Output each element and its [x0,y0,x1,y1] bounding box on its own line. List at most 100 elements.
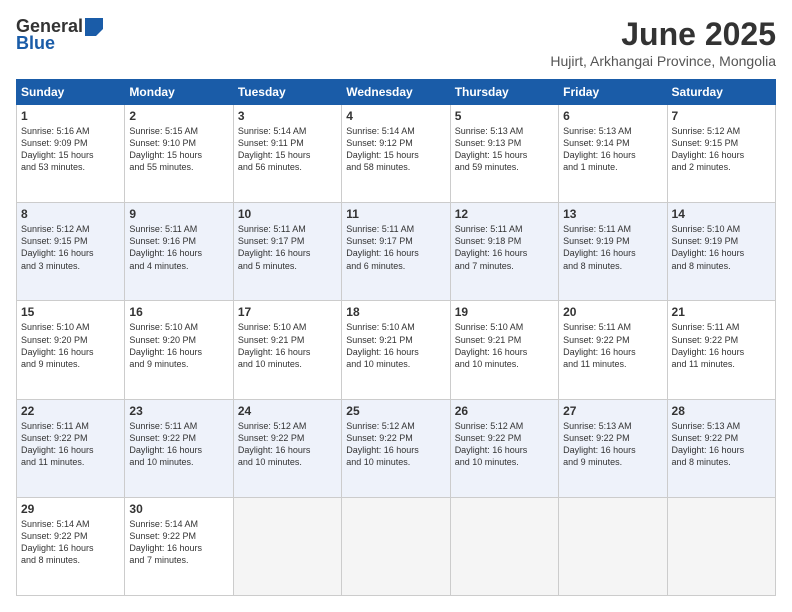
page: General Blue June 2025 Hujirt, Arkhangai… [0,0,792,612]
day-number: 15 [21,305,120,319]
day-number: 7 [672,109,771,123]
day-info: Sunrise: 5:13 AM Sunset: 9:22 PM Dayligh… [563,420,662,469]
table-cell: 8Sunrise: 5:12 AM Sunset: 9:15 PM Daylig… [17,203,125,301]
table-cell: 28 Sunrise: 5:13 AM Sunset: 9:22 PM Dayli… [667,399,775,497]
day-info: Sunrise: 5:13 AM Sunset: 9:14 PM Dayligh… [563,125,662,174]
day-number: 14 [672,207,771,221]
day-info: Sunrise: 5:11 AM Sunset: 9:17 PM Dayligh… [346,223,445,272]
col-sunday: Sunday [17,80,125,105]
day-info: Sunrise: 5:15 AM Sunset: 9:10 PM Dayligh… [129,125,228,174]
day-number: 1 [21,109,120,123]
table-cell [667,497,775,595]
table-cell: 3 Sunrise: 5:14 AM Sunset: 9:11 PM Daylig… [233,105,341,203]
day-number: 5 [455,109,554,123]
calendar-row: 15 Sunrise: 5:10 AM Sunset: 9:20 PM Dayli… [17,301,776,399]
day-info: Sunrise: 5:10 AM Sunset: 9:21 PM Dayligh… [455,321,554,370]
day-info: Sunrise: 5:11 AM Sunset: 9:22 PM Dayligh… [129,420,228,469]
day-number: 18 [346,305,445,319]
col-tuesday: Tuesday [233,80,341,105]
table-cell: 13 Sunrise: 5:11 AM Sunset: 9:19 PM Dayli… [559,203,667,301]
calendar-title: June 2025 [550,16,776,53]
table-cell: 18 Sunrise: 5:10 AM Sunset: 9:21 PM Dayli… [342,301,450,399]
table-cell: 4 Sunrise: 5:14 AM Sunset: 9:12 PM Daylig… [342,105,450,203]
day-info: Sunrise: 5:14 AM Sunset: 9:12 PM Dayligh… [346,125,445,174]
day-number: 2 [129,109,228,123]
day-number: 3 [238,109,337,123]
day-info: Sunrise: 5:14 AM Sunset: 9:22 PM Dayligh… [21,518,120,567]
table-cell: 5Sunrise: 5:13 AM Sunset: 9:13 PM Daylig… [450,105,558,203]
logo: General Blue [16,16,103,54]
table-cell: 9 Sunrise: 5:11 AM Sunset: 9:16 PM Daylig… [125,203,233,301]
day-info: Sunrise: 5:11 AM Sunset: 9:16 PM Dayligh… [129,223,228,272]
table-cell: 24Sunrise: 5:12 AM Sunset: 9:22 PM Dayli… [233,399,341,497]
day-info: Sunrise: 5:11 AM Sunset: 9:22 PM Dayligh… [21,420,120,469]
day-info: Sunrise: 5:14 AM Sunset: 9:22 PM Dayligh… [129,518,228,567]
col-thursday: Thursday [450,80,558,105]
day-info: Sunrise: 5:10 AM Sunset: 9:21 PM Dayligh… [346,321,445,370]
table-cell: 23 Sunrise: 5:11 AM Sunset: 9:22 PM Dayli… [125,399,233,497]
day-info: Sunrise: 5:12 AM Sunset: 9:22 PM Dayligh… [346,420,445,469]
col-wednesday: Wednesday [342,80,450,105]
header: General Blue June 2025 Hujirt, Arkhangai… [16,16,776,69]
table-cell: 29 Sunrise: 5:14 AM Sunset: 9:22 PM Dayli… [17,497,125,595]
calendar-subtitle: Hujirt, Arkhangai Province, Mongolia [550,53,776,69]
day-info: Sunrise: 5:13 AM Sunset: 9:22 PM Dayligh… [672,420,771,469]
table-cell: 1 Sunrise: 5:16 AM Sunset: 9:09 PM Daylig… [17,105,125,203]
day-number: 4 [346,109,445,123]
day-info: Sunrise: 5:12 AM Sunset: 9:15 PM Dayligh… [672,125,771,174]
col-saturday: Saturday [667,80,775,105]
table-cell: 20 Sunrise: 5:11 AM Sunset: 9:22 PM Dayli… [559,301,667,399]
day-info: Sunrise: 5:10 AM Sunset: 9:19 PM Dayligh… [672,223,771,272]
day-number: 6 [563,109,662,123]
day-info: Sunrise: 5:12 AM Sunset: 9:22 PM Dayligh… [238,420,337,469]
table-cell: 11 Sunrise: 5:11 AM Sunset: 9:17 PM Dayli… [342,203,450,301]
calendar-row: 29 Sunrise: 5:14 AM Sunset: 9:22 PM Dayli… [17,497,776,595]
day-number: 29 [21,502,120,516]
calendar-row: 1 Sunrise: 5:16 AM Sunset: 9:09 PM Daylig… [17,105,776,203]
day-number: 17 [238,305,337,319]
calendar-table: Sunday Monday Tuesday Wednesday Thursday… [16,79,776,596]
title-block: June 2025 Hujirt, Arkhangai Province, Mo… [550,16,776,69]
day-info: Sunrise: 5:11 AM Sunset: 9:18 PM Dayligh… [455,223,554,272]
table-cell: 19 Sunrise: 5:10 AM Sunset: 9:21 PM Dayli… [450,301,558,399]
logo-blue: Blue [16,33,55,54]
day-number: 25 [346,404,445,418]
table-cell: 7 Sunrise: 5:12 AM Sunset: 9:15 PM Daylig… [667,105,775,203]
day-info: Sunrise: 5:11 AM Sunset: 9:22 PM Dayligh… [563,321,662,370]
day-number: 20 [563,305,662,319]
day-info: Sunrise: 5:14 AM Sunset: 9:11 PM Dayligh… [238,125,337,174]
day-number: 27 [563,404,662,418]
day-info: Sunrise: 5:12 AM Sunset: 9:22 PM Dayligh… [455,420,554,469]
day-number: 13 [563,207,662,221]
table-cell: 14 Sunrise: 5:10 AM Sunset: 9:19 PM Dayli… [667,203,775,301]
day-number: 11 [346,207,445,221]
calendar-row: 8Sunrise: 5:12 AM Sunset: 9:15 PM Daylig… [17,203,776,301]
table-cell: 16Sunrise: 5:10 AM Sunset: 9:20 PM Dayli… [125,301,233,399]
day-info: Sunrise: 5:16 AM Sunset: 9:09 PM Dayligh… [21,125,120,174]
day-number: 19 [455,305,554,319]
day-number: 23 [129,404,228,418]
calendar-header-row: Sunday Monday Tuesday Wednesday Thursday… [17,80,776,105]
col-monday: Monday [125,80,233,105]
table-cell [342,497,450,595]
day-info: Sunrise: 5:11 AM Sunset: 9:19 PM Dayligh… [563,223,662,272]
day-number: 21 [672,305,771,319]
table-cell: 26 Sunrise: 5:12 AM Sunset: 9:22 PM Dayli… [450,399,558,497]
table-cell: 21Sunrise: 5:11 AM Sunset: 9:22 PM Dayli… [667,301,775,399]
day-number: 28 [672,404,771,418]
table-cell [559,497,667,595]
day-number: 26 [455,404,554,418]
table-cell: 17 Sunrise: 5:10 AM Sunset: 9:21 PM Dayli… [233,301,341,399]
table-cell: 15Sunrise: 5:10 AM Sunset: 9:20 PM Dayli… [17,301,125,399]
day-info: Sunrise: 5:10 AM Sunset: 9:20 PM Dayligh… [129,321,228,370]
day-info: Sunrise: 5:10 AM Sunset: 9:21 PM Dayligh… [238,321,337,370]
table-cell [450,497,558,595]
logo-icon [85,18,103,36]
table-cell: 2 Sunrise: 5:15 AM Sunset: 9:10 PM Daylig… [125,105,233,203]
table-cell: 25 Sunrise: 5:12 AM Sunset: 9:22 PM Dayli… [342,399,450,497]
table-cell: 27 Sunrise: 5:13 AM Sunset: 9:22 PM Dayli… [559,399,667,497]
col-friday: Friday [559,80,667,105]
day-number: 9 [129,207,228,221]
day-info: Sunrise: 5:12 AM Sunset: 9:15 PM Dayligh… [21,223,120,272]
table-cell: 10Sunrise: 5:11 AM Sunset: 9:17 PM Dayli… [233,203,341,301]
